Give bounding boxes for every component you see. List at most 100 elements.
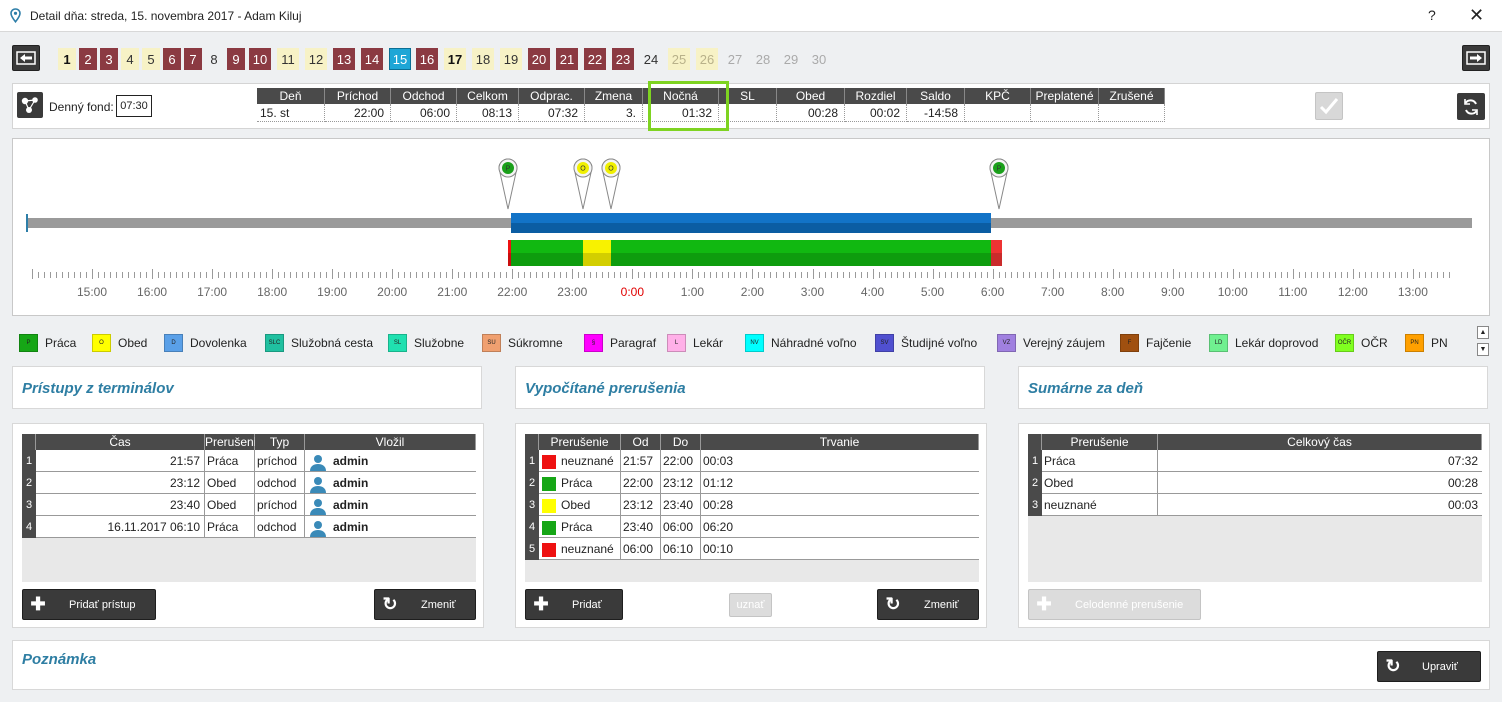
day-8[interactable]: 8 <box>205 48 223 70</box>
day-4[interactable]: 4 <box>121 48 139 70</box>
timeline-pin-0[interactable]: P <box>497 157 519 211</box>
interruption-row[interactable]: 3 Obed 23:12 23:40 00:28 <box>525 494 979 516</box>
ruler-tick <box>902 272 904 278</box>
interruption-duration: 06:20 <box>703 520 734 534</box>
add-interruption-button[interactable]: ✚ Pridať <box>525 589 623 620</box>
ruler-tick <box>128 272 130 278</box>
day-12[interactable]: 12 <box>305 48 327 70</box>
ruler-tick <box>560 272 562 278</box>
interruption-row[interactable]: 1 neuznané 21:57 22:00 00:03 <box>525 450 979 472</box>
terminals-row[interactable]: 1 21:57 Práca príchod admin <box>22 450 476 472</box>
legend-scroll-up[interactable]: ▲ <box>1477 326 1489 339</box>
ruler-tick <box>1052 269 1054 279</box>
day-5[interactable]: 5 <box>142 48 160 70</box>
interruption-duration: 00:03 <box>703 454 734 468</box>
interruption-row[interactable]: 2 Práca 22:00 23:12 01:12 <box>525 472 979 494</box>
interruption-row[interactable]: 5 neuznané 06:00 06:10 00:10 <box>525 538 979 560</box>
day-20[interactable]: 20 <box>528 48 550 70</box>
legend-label: Lekár <box>693 336 724 350</box>
ruler-tick <box>536 272 538 278</box>
day-18[interactable]: 18 <box>472 48 494 70</box>
legend-scroll-down[interactable]: ▼ <box>1477 343 1489 356</box>
daily-fund-input[interactable]: 07:30 <box>116 95 152 117</box>
timeline-pin-1[interactable]: O <box>572 157 594 211</box>
help-button[interactable]: ? <box>1428 7 1436 23</box>
ruler-tick <box>86 272 88 278</box>
ruler-tick <box>146 272 148 278</box>
next-month-button[interactable] <box>1462 45 1490 71</box>
change-access-button[interactable]: ↻ Zmeniť <box>374 589 476 620</box>
hour-label-22:00: 22:00 <box>497 285 528 299</box>
add-access-button[interactable]: ✚ Pridať prístup <box>22 589 156 620</box>
day-13[interactable]: 13 <box>333 48 355 70</box>
marker-pin-icon: O <box>573 158 593 210</box>
day-17[interactable]: 17 <box>444 48 466 70</box>
previous-month-button[interactable] <box>12 45 40 71</box>
confirm-button[interactable] <box>1315 92 1343 120</box>
edit-note-button[interactable]: ↻ Upraviť <box>1377 651 1481 682</box>
approve-button[interactable]: uznať <box>729 593 772 617</box>
day-10[interactable]: 10 <box>249 48 271 70</box>
day-11[interactable]: 11 <box>277 48 299 70</box>
shift-graph-button[interactable] <box>17 92 43 118</box>
ruler-tick <box>242 272 244 278</box>
row-number: 2 <box>22 472 36 494</box>
terminals-row[interactable]: 4 16.11.2017 06:10 Práca odchod admin <box>22 516 476 538</box>
legend-swatch: LD <box>1209 334 1228 352</box>
interruption-label: Práca <box>561 520 593 534</box>
svg-text:P: P <box>997 166 1002 173</box>
svg-text:P: P <box>506 166 511 173</box>
day-7[interactable]: 7 <box>184 48 202 70</box>
day-1[interactable]: 1 <box>58 48 76 70</box>
ruler-tick <box>1142 272 1144 278</box>
daily-row[interactable]: 1 Práca 07:32 <box>1028 450 1482 472</box>
terminals-row[interactable]: 3 23:40 Obed príchod admin <box>22 494 476 516</box>
day-22[interactable]: 22 <box>584 48 606 70</box>
day-30[interactable]: 30 <box>808 48 830 70</box>
day-23[interactable]: 23 <box>612 48 634 70</box>
row-number: 3 <box>1028 494 1042 516</box>
day-9[interactable]: 9 <box>227 48 245 70</box>
day-24[interactable]: 24 <box>640 48 662 70</box>
day-6[interactable]: 6 <box>163 48 181 70</box>
interruption-row[interactable]: 4 Práca 23:40 06:00 06:20 <box>525 516 979 538</box>
change-interruption-button[interactable]: ↻ Zmeniť <box>877 589 979 620</box>
day-29[interactable]: 29 <box>780 48 802 70</box>
daily-header-card: Sumárne za deň <box>1018 366 1488 409</box>
day-21[interactable]: 21 <box>556 48 578 70</box>
day-25[interactable]: 25 <box>668 48 690 70</box>
legend-label: Lekár doprovod <box>1235 336 1319 350</box>
day-2[interactable]: 2 <box>79 48 97 70</box>
add-access-label: Pridať prístup <box>69 598 136 611</box>
day-15[interactable]: 15 <box>389 48 411 70</box>
summary-value-3: 08:13 <box>457 104 519 122</box>
day-3[interactable]: 3 <box>100 48 118 70</box>
day-19[interactable]: 19 <box>500 48 522 70</box>
legend-swatch: SV <box>875 334 894 352</box>
access-time: 23:12 <box>36 472 205 494</box>
ruler-tick <box>884 272 886 278</box>
day-16[interactable]: 16 <box>416 48 438 70</box>
timeline-pin-2[interactable]: O <box>600 157 622 211</box>
day-timeline[interactable]: P O O P 15:00 16:00 17:00 18:00 19:00 20:00 21:00… <box>12 138 1490 316</box>
daily-row[interactable]: 2 Obed 00:28 <box>1028 472 1482 494</box>
plus-icon: ✚ <box>30 594 46 614</box>
ruler-tick <box>482 272 484 278</box>
daily-row[interactable]: 3 neuznané 00:03 <box>1028 494 1482 516</box>
day-26[interactable]: 26 <box>696 48 718 70</box>
day-27[interactable]: 27 <box>724 48 746 70</box>
legend-item-OČR: OČR OČR <box>1335 334 1388 352</box>
day-28[interactable]: 28 <box>752 48 774 70</box>
ruler-tick <box>464 272 466 278</box>
daily-title: Sumárne za deň <box>1028 380 1144 397</box>
daily-total-time: 00:03 <box>1447 498 1478 512</box>
close-window-button[interactable]: ✕ <box>1469 5 1484 26</box>
ruler-tick <box>932 269 934 279</box>
terminals-row[interactable]: 2 23:12 Obed odchod admin <box>22 472 476 494</box>
summary-value-2: 06:00 <box>391 104 457 122</box>
day-14[interactable]: 14 <box>361 48 383 70</box>
timeline-pin-3[interactable]: P <box>988 157 1010 211</box>
ruler-tick <box>470 272 472 278</box>
refresh-button[interactable] <box>1457 93 1485 120</box>
fullday-interruption-button[interactable]: ✚ Celodenné prerušenie <box>1028 589 1201 620</box>
